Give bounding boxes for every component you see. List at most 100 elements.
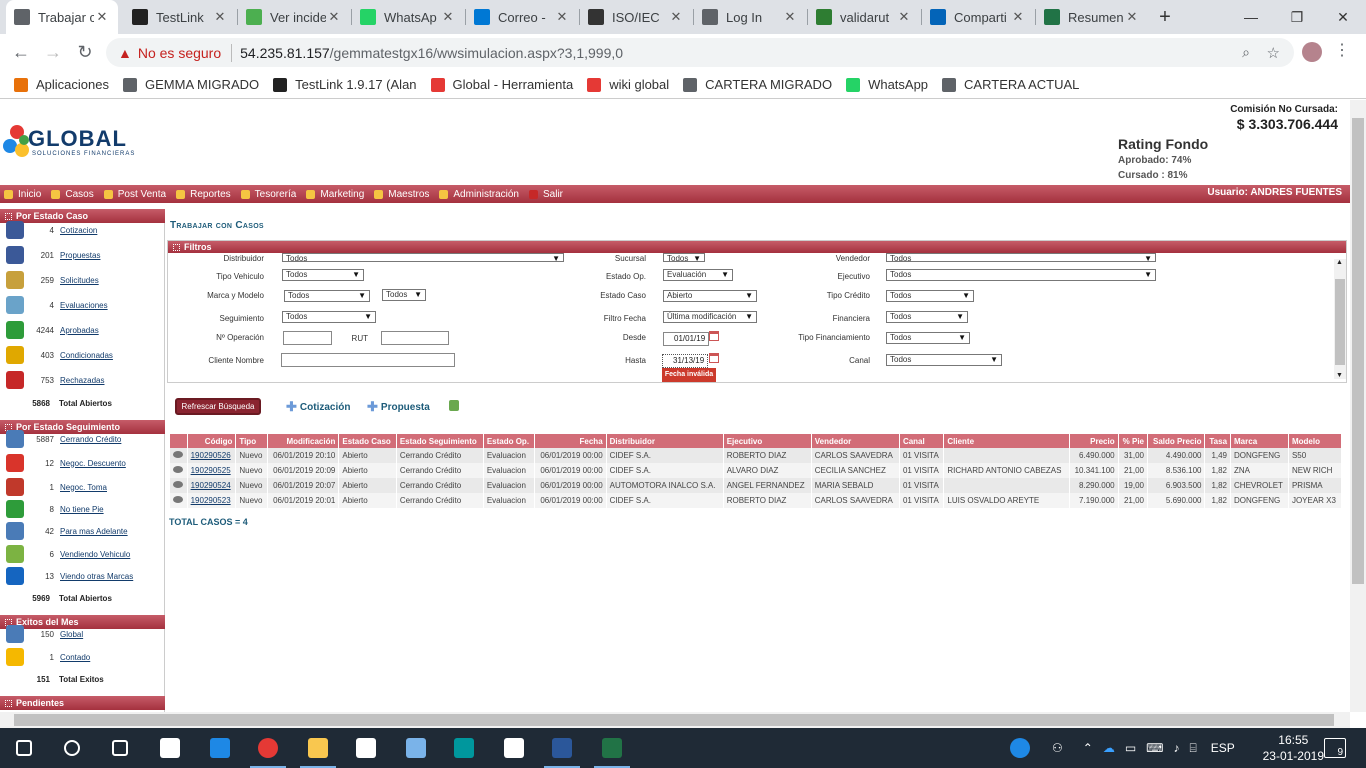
sidebar-item-label[interactable]: Evaluaciones (60, 301, 108, 310)
browser-tab[interactable]: Correo - ✕ (466, 0, 578, 34)
column-header[interactable]: Vendedor (811, 434, 900, 448)
column-header[interactable]: Marca (1230, 434, 1289, 448)
browser-tab[interactable]: Log In ✕ (694, 0, 806, 34)
n-operacion-input[interactable] (283, 331, 332, 345)
column-header[interactable]: Modificación (267, 434, 340, 448)
seguimiento-select[interactable]: Todos (282, 311, 376, 323)
bookmark-item[interactable]: CARTERA MIGRADO (683, 77, 832, 92)
browser-tab[interactable]: TestLink ✕ (124, 0, 236, 34)
sidebar-item-label[interactable]: Global (60, 630, 83, 639)
sidebar-section-header[interactable]: Pendientes (0, 696, 165, 710)
column-header[interactable]: Precio (1069, 434, 1119, 448)
vendedor-select[interactable]: Todos (886, 253, 1156, 264)
sidebar-item-label[interactable]: Cotizacion (60, 226, 97, 235)
menu-item-reportes[interactable]: Reportes (176, 189, 231, 200)
bookmark-item[interactable]: Global - Herramienta (430, 77, 573, 92)
close-tab-icon[interactable]: ✕ (668, 9, 684, 25)
zoom-icon[interactable]: ⌕ (1242, 44, 1250, 61)
menu-item-postventa[interactable]: Post Venta (103, 189, 166, 200)
sidebar-item-label[interactable]: No tiene Pie (60, 505, 104, 514)
sidebar-item[interactable]: 4 Evaluaciones (0, 295, 165, 315)
estado-op-select[interactable]: Evaluación (663, 269, 733, 281)
column-header[interactable]: Estado Op. (483, 434, 535, 448)
taskbar-word-button[interactable] (538, 728, 586, 768)
filters-scroll-thumb[interactable] (1335, 279, 1345, 365)
rut-input[interactable] (381, 331, 449, 345)
scroll-up-icon[interactable]: ▲ (1336, 259, 1343, 266)
menu-item-maestros[interactable]: Maestros (374, 189, 429, 200)
network-icon[interactable]: ⌨ (1146, 741, 1163, 755)
taskbar-excel-button[interactable] (588, 728, 636, 768)
sidebar-item-label[interactable]: Cerrando Crédito (60, 435, 121, 444)
browser-tab[interactable]: validarut ✕ (808, 0, 920, 34)
browser-tab[interactable]: Trabajar c ✕ (6, 0, 118, 34)
column-header[interactable]: Estado Caso (338, 434, 397, 448)
close-tab-icon[interactable]: ✕ (554, 9, 570, 25)
sidebar-item[interactable]: 4 Cotizacion (0, 220, 165, 240)
modelo-select[interactable]: Todos (382, 289, 426, 301)
minimize-button[interactable]: — (1228, 0, 1274, 34)
browser-tab[interactable]: ISO/IEC ✕ (580, 0, 692, 34)
onedrive-icon[interactable]: ☁ (1103, 741, 1115, 755)
cliente-nombre-input[interactable] (281, 353, 455, 367)
sidebar-item-label[interactable]: Aprobadas (60, 326, 99, 335)
taskbar-task-view-button[interactable] (96, 728, 144, 768)
update-icon[interactable] (1010, 738, 1030, 758)
estado-caso-select[interactable]: Abierto (663, 290, 757, 302)
page-horizontal-scroll-thumb[interactable] (14, 714, 1334, 726)
distribuidor-select[interactable]: Todos (282, 253, 564, 264)
case-code-link[interactable]: 190290523 (187, 493, 237, 508)
sidebar-item-label[interactable]: Negoc. Descuento (60, 459, 126, 468)
bookmark-item[interactable]: TestLink 1.9.17 (Alan (273, 77, 417, 92)
close-tab-icon[interactable]: ✕ (782, 9, 798, 25)
close-tab-icon[interactable]: ✕ (896, 9, 912, 25)
bookmark-item[interactable]: GEMMA MIGRADO (123, 77, 259, 92)
notification-center-icon[interactable]: 9 (1324, 738, 1346, 758)
chevron-up-icon[interactable]: ⌃ (1083, 741, 1093, 755)
taskbar-arduino-button[interactable] (440, 728, 488, 768)
column-header[interactable]: Tasa (1204, 434, 1232, 448)
case-code-link[interactable]: 190290526 (187, 448, 237, 463)
menu-item-administracin[interactable]: Administración (439, 189, 519, 200)
taskbar-mail-button[interactable] (490, 728, 538, 768)
sidebar-item[interactable]: 6 Vendiendo Vehiculo (0, 544, 165, 564)
taskbar-notepad-button[interactable] (392, 728, 440, 768)
taskbar-file-explorer-button[interactable] (294, 728, 342, 768)
sidebar-item-label[interactable]: Para mas Adelante (60, 527, 128, 536)
column-header[interactable]: % Pie (1118, 434, 1149, 448)
sidebar-item[interactable]: 12 Negoc. Descuento (0, 453, 165, 473)
close-tab-icon[interactable]: ✕ (1010, 9, 1026, 25)
sidebar-item-label[interactable]: Viendo otras Marcas (60, 572, 133, 581)
column-header[interactable]: Ejecutivo (723, 434, 812, 448)
url-text[interactable]: 54.235.81.157/gemmatestgx16/wwsimulacion… (240, 45, 623, 61)
view-case-icon[interactable] (173, 451, 183, 458)
global-logo[interactable]: GLOBAL SOLUCIONES FINANCIERAS (0, 120, 140, 166)
menu-item-tesorera[interactable]: Tesorería (240, 189, 296, 200)
taskbar-edge-button[interactable] (196, 728, 244, 768)
sidebar-item-label[interactable]: Contado (60, 653, 90, 662)
row-action-cell[interactable] (170, 448, 188, 463)
sidebar-item[interactable]: 201 Propuestas (0, 245, 165, 265)
sidebar-item-label[interactable]: Condicionadas (60, 351, 113, 360)
row-action-cell[interactable] (170, 478, 188, 493)
column-header[interactable]: Tipo (235, 434, 268, 448)
close-tab-icon[interactable]: ✕ (212, 9, 228, 25)
desde-calendar-icon[interactable] (709, 331, 719, 341)
table-row[interactable]: 190290525 Nuevo 06/01/2019 20:09 Abierto Cer… (170, 463, 1343, 478)
volume-icon[interactable]: ♪ (1174, 741, 1180, 755)
close-tab-icon[interactable]: ✕ (326, 9, 342, 25)
close-window-button[interactable]: ✕ (1320, 0, 1366, 34)
page-vertical-scroll-thumb[interactable] (1352, 118, 1364, 584)
desde-input[interactable]: 01/01/19 (663, 332, 709, 346)
close-tab-icon[interactable]: ✕ (440, 9, 456, 25)
sidebar-item[interactable]: 8 No tiene Pie (0, 499, 165, 519)
export-excel-icon[interactable] (449, 400, 459, 411)
taskbar-start-button[interactable] (0, 728, 48, 768)
security-label[interactable]: No es seguro (138, 45, 221, 61)
sidebar-item[interactable]: 259 Solicitudes (0, 270, 165, 290)
sidebar-item-label[interactable]: Negoc. Toma (60, 483, 107, 492)
sidebar-item[interactable]: 5887 Cerrando Crédito (0, 429, 165, 449)
people-icon[interactable]: ⚇ (1052, 741, 1063, 755)
column-header[interactable]: Canal (899, 434, 945, 448)
column-header[interactable]: Distribuidor (606, 434, 724, 448)
